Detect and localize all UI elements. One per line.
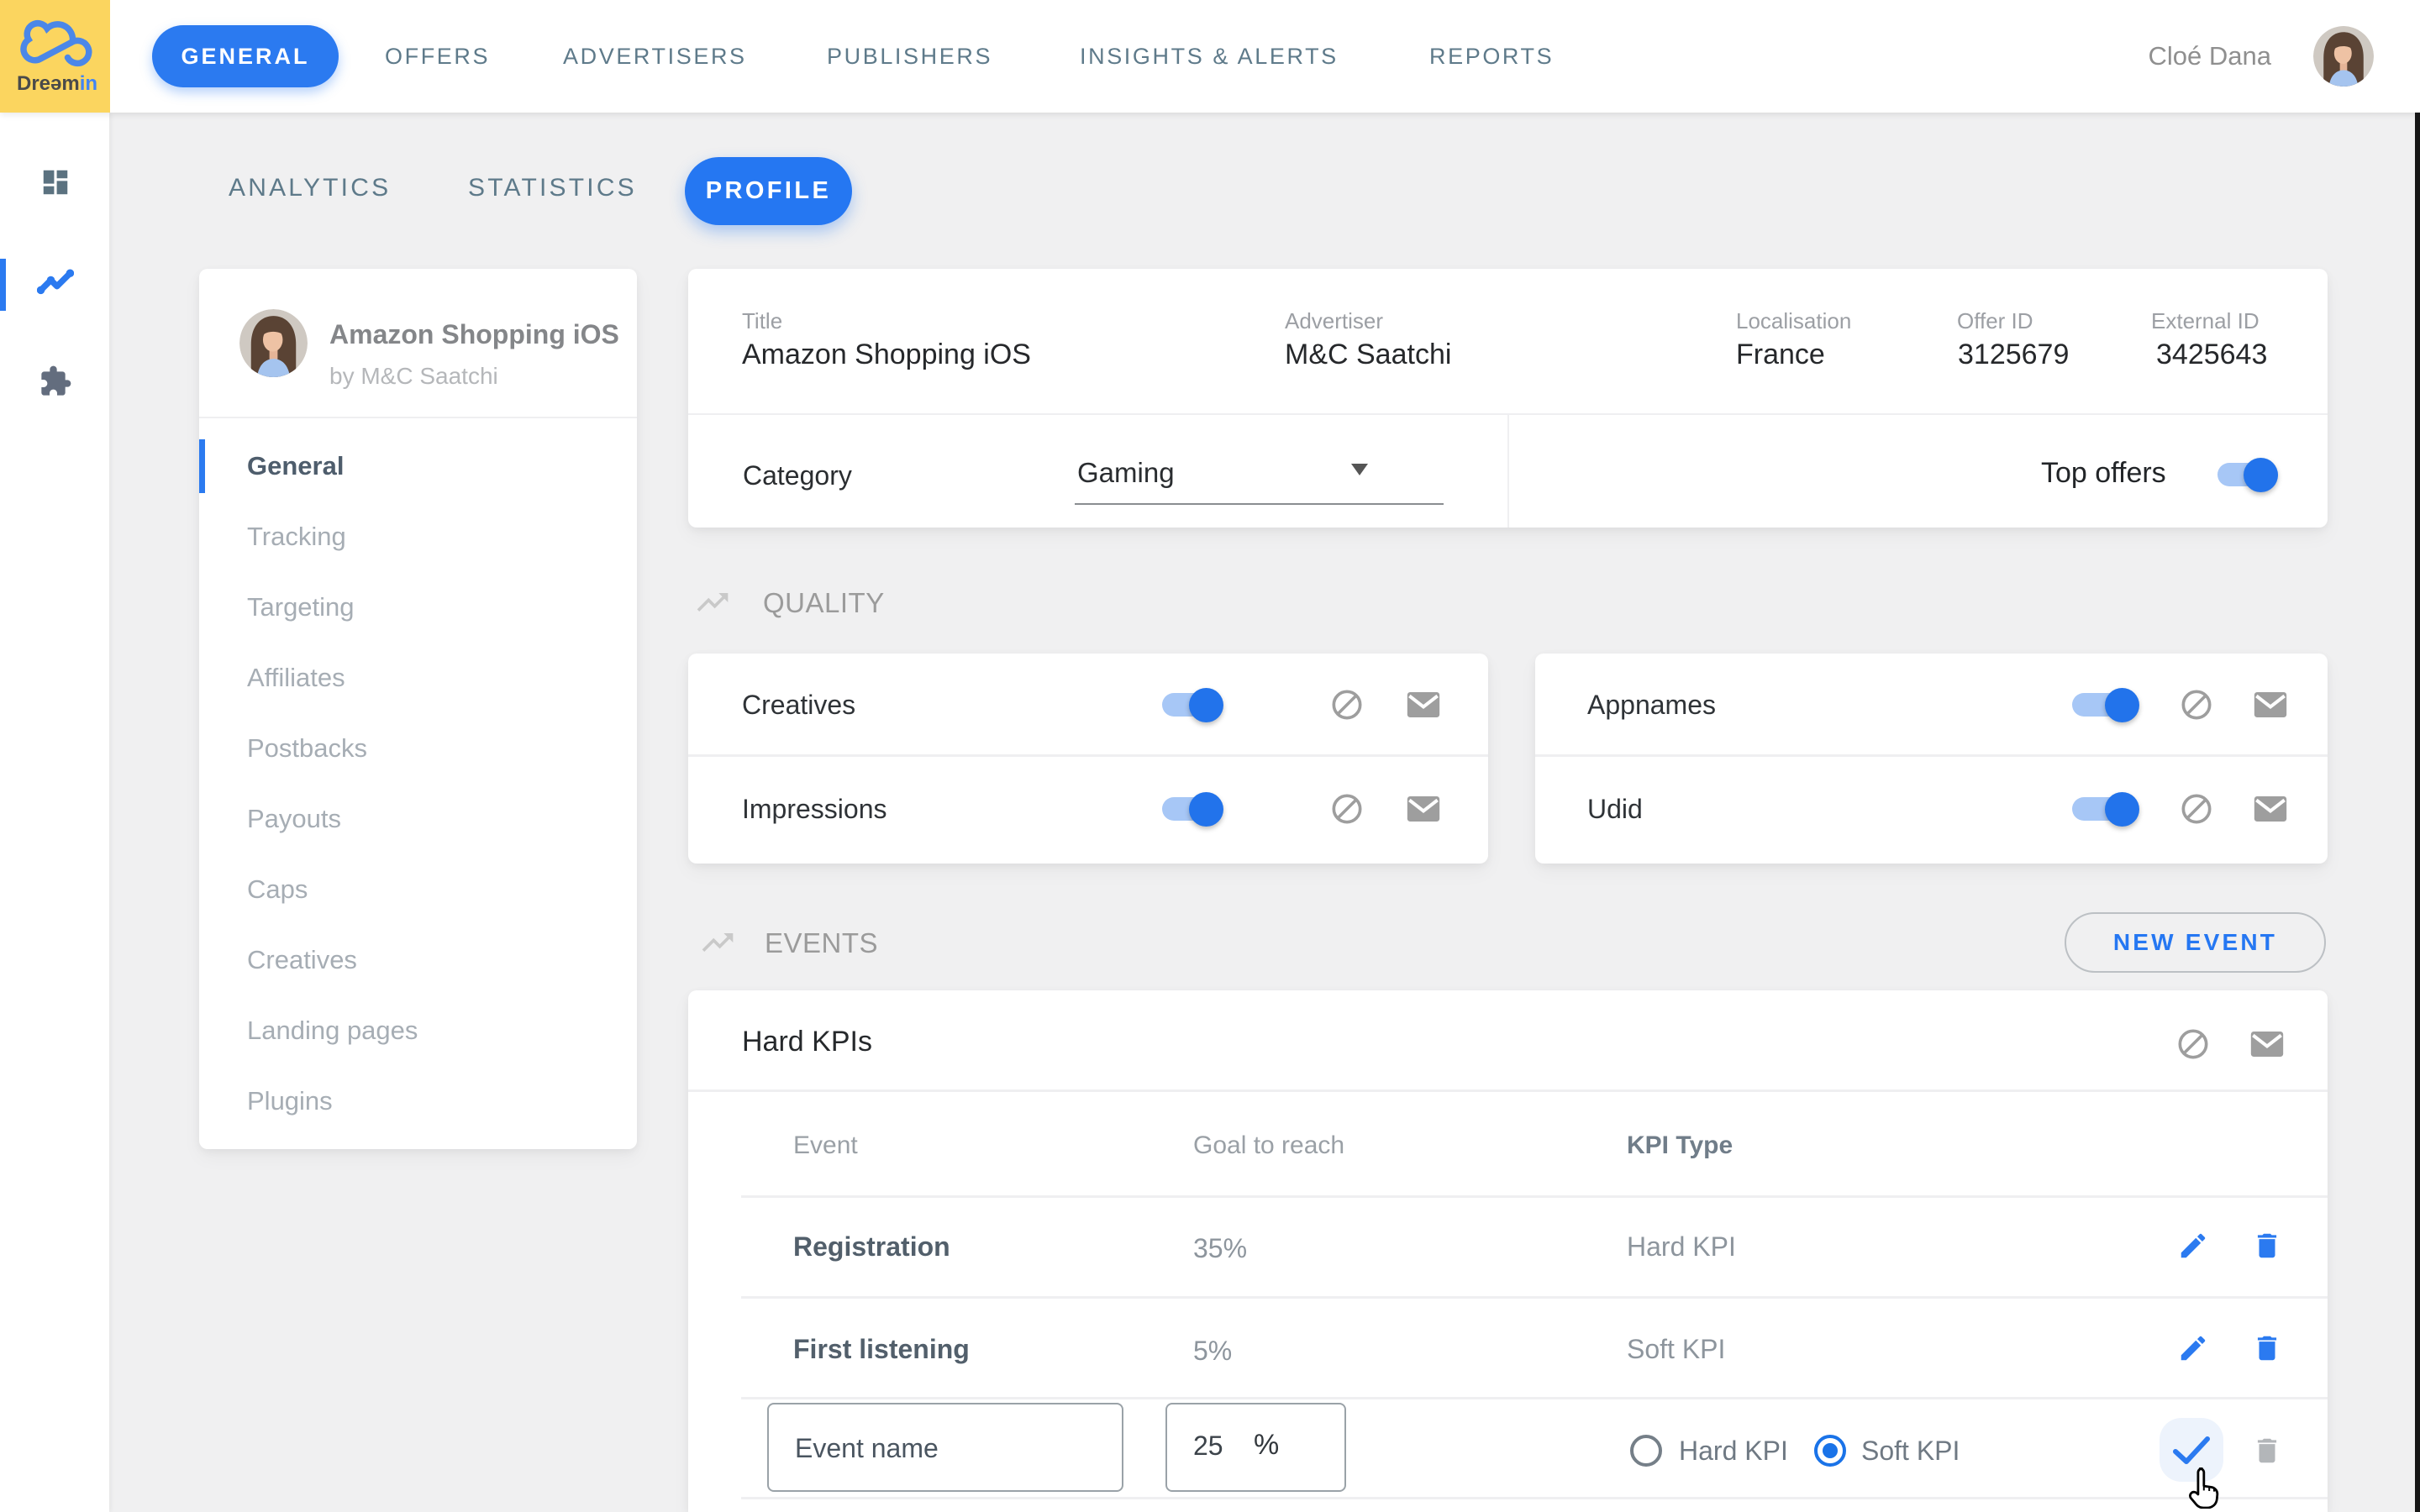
svg-text:Dreəmin: Dreəmin xyxy=(17,72,97,95)
